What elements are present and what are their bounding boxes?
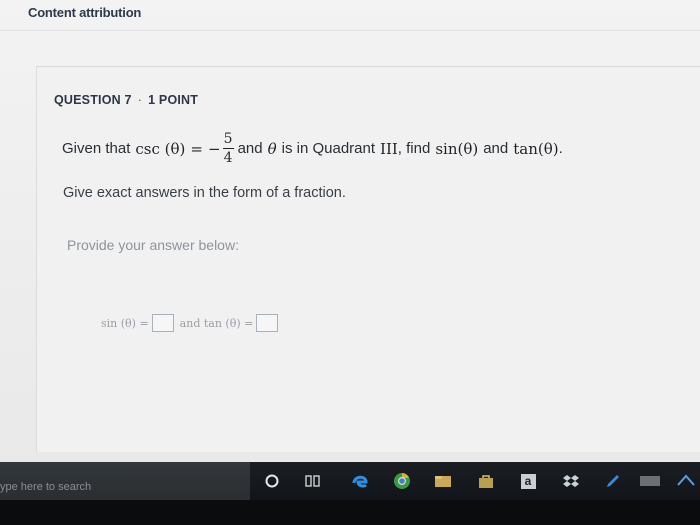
csc-function: csc (θ)	[135, 139, 186, 158]
question-card: QUESTION 7 · 1 POINT Given that csc (θ) = …	[36, 66, 700, 452]
hulu-icon[interactable]	[640, 471, 660, 491]
period: .	[558, 140, 563, 157]
fraction-denominator: 4	[223, 150, 233, 166]
quadrant-text: is in Quadrant	[281, 140, 376, 157]
taskbar: ype here to search a	[0, 462, 700, 500]
question-header: QUESTION 7 · 1 POINT	[54, 93, 198, 107]
monitor-bezel	[0, 500, 700, 525]
question-points: 1 POINT	[148, 93, 199, 107]
equals-sign: =	[190, 139, 203, 158]
taskbar-search-text: ype here to search	[0, 481, 92, 493]
fraction-numerator: 5	[223, 131, 233, 147]
and-text: and	[237, 140, 263, 157]
file-explorer-icon[interactable]	[433, 471, 453, 491]
tan-answer-label: and tan (θ) =	[179, 316, 254, 330]
store-icon[interactable]	[476, 471, 496, 491]
provide-answer-label: Provide your answer below:	[67, 237, 239, 253]
and-text-2: and	[483, 140, 509, 157]
fraction: 5 4	[222, 131, 234, 166]
cortana-icon[interactable]	[262, 471, 282, 491]
content-attribution[interactable]: Content attribution	[28, 5, 141, 20]
sin-expression: sin(θ)	[435, 139, 479, 158]
sin-answer-label: sin (θ) =	[101, 316, 149, 330]
amazon-icon[interactable]: a	[518, 471, 538, 491]
sin-answer-input[interactable]	[151, 314, 174, 332]
question-text: Given that csc (θ) = − 5 4 and θ is in Q…	[62, 131, 563, 166]
chrome-icon[interactable]	[392, 471, 412, 491]
screen: Content attribution QUESTION 7 · 1 POINT G…	[0, 0, 700, 525]
tan-answer-input[interactable]	[256, 314, 279, 332]
dropbox-icon[interactable]	[561, 471, 581, 491]
header-separator: ·	[137, 93, 143, 107]
minus-sign: −	[207, 139, 221, 158]
divider	[0, 30, 700, 31]
find-text: , find	[397, 140, 431, 157]
answer-row: sin (θ) = and tan (θ) =	[101, 314, 284, 332]
quadrant-value: III	[380, 139, 398, 158]
pen-icon[interactable]	[603, 471, 623, 491]
theta-symbol: θ	[267, 139, 277, 158]
task-view-icon[interactable]	[303, 471, 323, 491]
question-number: QUESTION 7	[54, 93, 132, 107]
tan-expression: tan(θ)	[513, 139, 559, 158]
given-text: Given that	[62, 140, 131, 157]
edge-icon[interactable]	[350, 471, 370, 491]
instruction-text: Give exact answers in the form of a frac…	[63, 185, 346, 201]
app-icon[interactable]	[676, 471, 696, 491]
